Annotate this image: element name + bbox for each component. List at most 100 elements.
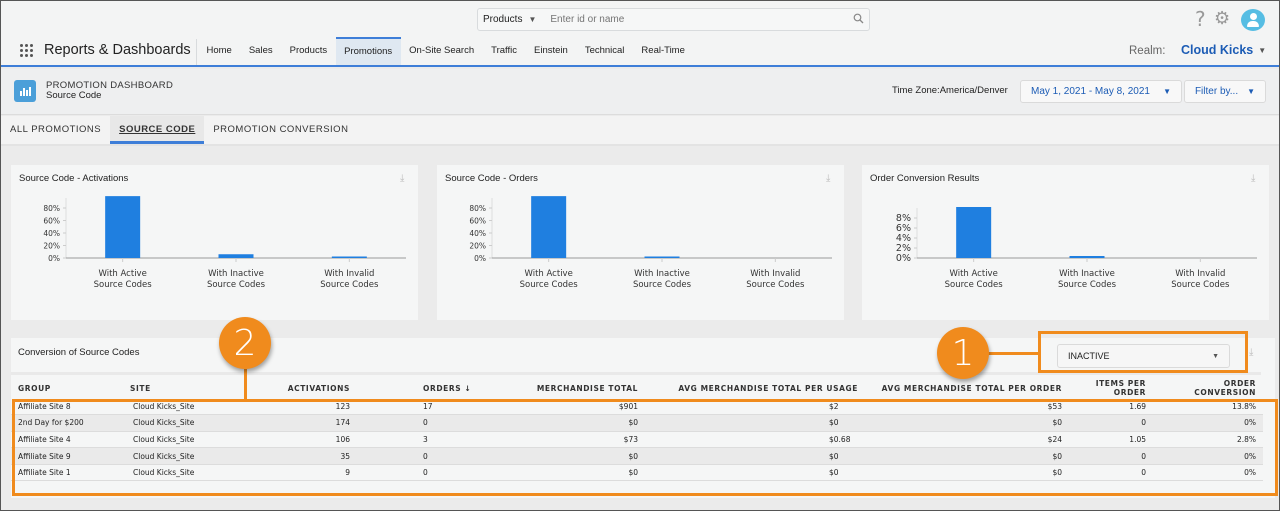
y-tick-label: 40%: [469, 229, 486, 238]
download-icon[interactable]: ⤓: [1249, 347, 1253, 358]
bar: [956, 207, 992, 258]
bar: [331, 256, 367, 258]
column-header-items-per-order[interactable]: ITEMS PER ORDER: [1069, 378, 1153, 398]
chevron-down-icon: ▼: [1247, 87, 1256, 96]
chart-card-order-conversion: Order Conversion Results ⤓ 0% 2% 4% 6% 8% Wit…: [862, 165, 1269, 320]
table-header-row: GROUP SITE ACTIVATIONS ORDERS ↓ MERCHAND…: [11, 378, 1263, 398]
nav-item-on-site-search[interactable]: On-Site Search: [401, 37, 483, 65]
timezone-label: Time Zone:America/Denver: [892, 85, 1008, 96]
search-input[interactable]: [542, 14, 847, 25]
y-tick-label: 8%: [896, 213, 911, 224]
nav-item-technical[interactable]: Technical: [576, 37, 633, 65]
column-header-site[interactable]: SITE: [123, 378, 273, 398]
filter-by-button[interactable]: Filter by... ▼: [1184, 80, 1266, 103]
x-tick-label: With Invalid: [750, 269, 800, 279]
column-header-activations[interactable]: ACTIVATIONS: [273, 378, 357, 398]
x-tick-label: With Active: [950, 269, 998, 279]
column-header-merchandise-total[interactable]: MERCHANDISE TOTAL: [487, 378, 645, 398]
x-tick-label: Source Codes: [94, 280, 153, 290]
nav-item-products[interactable]: Products: [281, 37, 336, 65]
tab-source-code[interactable]: SOURCE CODE: [110, 116, 205, 144]
x-tick-label: Source Codes: [1171, 280, 1230, 290]
chevron-down-icon: ▼: [1258, 45, 1267, 55]
x-tick-label: With Invalid: [324, 269, 374, 279]
x-tick-label: Source Codes: [633, 280, 692, 290]
dashboard-chart-icon: [14, 80, 36, 102]
table-title: Conversion of Source Codes: [18, 347, 140, 358]
column-header-avg-per-order[interactable]: AVG MERCHANDISE TOTAL PER ORDER: [865, 378, 1069, 398]
x-tick-label: With Active: [99, 269, 147, 279]
bar: [105, 196, 141, 258]
nav-item-home[interactable]: Home: [198, 37, 240, 65]
callout-connector: [986, 352, 1040, 355]
callout-highlight-select: [1038, 331, 1248, 373]
x-tick-label: Source Codes: [945, 280, 1004, 290]
bar: [644, 256, 680, 258]
column-header-order-conversion[interactable]: ORDER CONVERSION: [1153, 378, 1263, 398]
callout-badge-2: 2: [219, 317, 271, 369]
x-tick-label: With Invalid: [1175, 269, 1225, 279]
x-tick-label: Source Codes: [1058, 280, 1117, 290]
x-tick-label: With Inactive: [208, 269, 264, 279]
x-tick-label: With Inactive: [634, 269, 690, 279]
column-header-group[interactable]: GROUP: [11, 378, 123, 398]
column-header-orders[interactable]: ORDERS ↓: [357, 378, 487, 398]
y-tick-label: 20%: [469, 242, 486, 251]
chart-card-activations: Source Code - Activations ⤓ 0% 20% 40% 60% 8…: [11, 165, 418, 320]
gear-icon[interactable]: ⚙: [1214, 8, 1230, 29]
realm-selector[interactable]: Cloud Kicks ▼: [1181, 43, 1266, 57]
activations-chart: 0%20%40%60%80%With ActiveSource CodesWit…: [43, 196, 406, 290]
y-tick-label: 2%: [896, 243, 911, 254]
y-tick-label: 6%: [896, 223, 911, 234]
avatar-icon[interactable]: [1241, 9, 1265, 31]
x-tick-label: With Inactive: [1059, 269, 1115, 279]
order-conversion-chart: 0%2%4%6%8%With ActiveSource CodesWith In…: [896, 207, 1257, 290]
bar: [1069, 256, 1105, 258]
x-tick-label: Source Codes: [746, 280, 805, 290]
search-scope-dropdown[interactable]: Products ▼: [478, 14, 542, 25]
dashboard-subtitle: Source Code: [46, 90, 102, 101]
global-search: Products ▼: [477, 8, 870, 31]
app-name: Reports & Dashboards: [44, 42, 191, 58]
x-tick-label: Source Codes: [207, 280, 266, 290]
app-launcher-icon[interactable]: [20, 44, 34, 58]
help-icon[interactable]: ?: [1195, 7, 1206, 31]
x-tick-label: Source Codes: [520, 280, 579, 290]
y-tick-label: 60%: [469, 217, 486, 226]
y-tick-label: 20%: [43, 242, 60, 251]
date-range-value: May 1, 2021 - May 8, 2021: [1031, 86, 1150, 97]
dashboard-tabs: ALL PROMOTIONS SOURCE CODE PROMOTION CON…: [1, 116, 1279, 146]
y-tick-label: 0%: [474, 254, 486, 263]
y-tick-label: 60%: [43, 217, 60, 226]
y-tick-label: 0%: [896, 253, 911, 264]
chevron-down-icon: ▼: [528, 15, 537, 24]
realm-value: Cloud Kicks: [1181, 43, 1254, 57]
app-nav-bar: Reports & Dashboards Home Sales Products…: [1, 37, 1279, 67]
y-tick-label: 0%: [48, 254, 60, 263]
nav-item-traffic[interactable]: Traffic: [483, 37, 526, 65]
date-range-picker[interactable]: May 1, 2021 - May 8, 2021 ▼: [1020, 80, 1182, 103]
nav-items: Home Sales Products Promotions On-Site S…: [198, 37, 693, 65]
filter-by-label: Filter by...: [1194, 86, 1239, 97]
x-tick-label: With Active: [525, 269, 573, 279]
callout-connector: [244, 369, 247, 401]
tab-all-promotions[interactable]: ALL PROMOTIONS: [1, 116, 110, 144]
search-icon[interactable]: [847, 13, 869, 27]
y-tick-label: 80%: [43, 204, 60, 213]
chart-card-orders: Source Code - Orders ⤓ 0% 20% 40% 60% 80% Wit…: [437, 165, 844, 320]
top-bar: Products ▼ ? ⚙: [1, 1, 1279, 37]
nav-item-real-time[interactable]: Real-Time: [633, 37, 693, 65]
tab-promotion-conversion[interactable]: PROMOTION CONVERSION: [204, 116, 357, 144]
dashboard-header: PROMOTION DASHBOARD Source Code Time Zon…: [1, 69, 1279, 115]
y-tick-label: 4%: [896, 233, 911, 244]
callout-badge-1: 1: [937, 327, 989, 379]
nav-item-einstein[interactable]: Einstein: [526, 37, 577, 65]
orders-chart: 0%20%40%60%80%With ActiveSource CodesWit…: [469, 196, 832, 290]
column-header-avg-per-usage[interactable]: AVG MERCHANDISE TOTAL PER USAGE: [645, 378, 865, 398]
nav-divider: [196, 39, 197, 65]
search-scope-label: Products: [483, 14, 523, 25]
bar: [531, 196, 567, 258]
callout-highlight-table: [12, 399, 1278, 496]
nav-item-sales[interactable]: Sales: [240, 37, 281, 65]
nav-item-promotions[interactable]: Promotions: [335, 37, 401, 65]
